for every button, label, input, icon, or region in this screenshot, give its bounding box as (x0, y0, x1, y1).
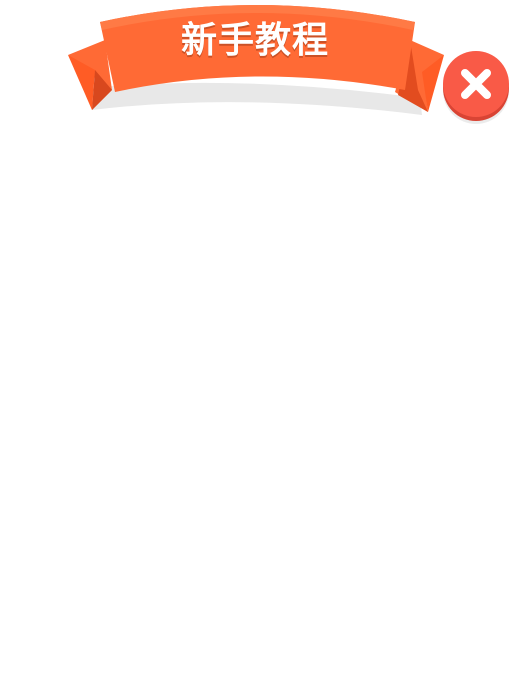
close-button[interactable] (443, 51, 509, 117)
dialog-title: 新手教程 (180, 20, 329, 61)
tutorial-content-area (0, 125, 510, 685)
title-ribbon-banner: 新手教程 (0, 0, 450, 125)
close-icon (461, 69, 491, 99)
